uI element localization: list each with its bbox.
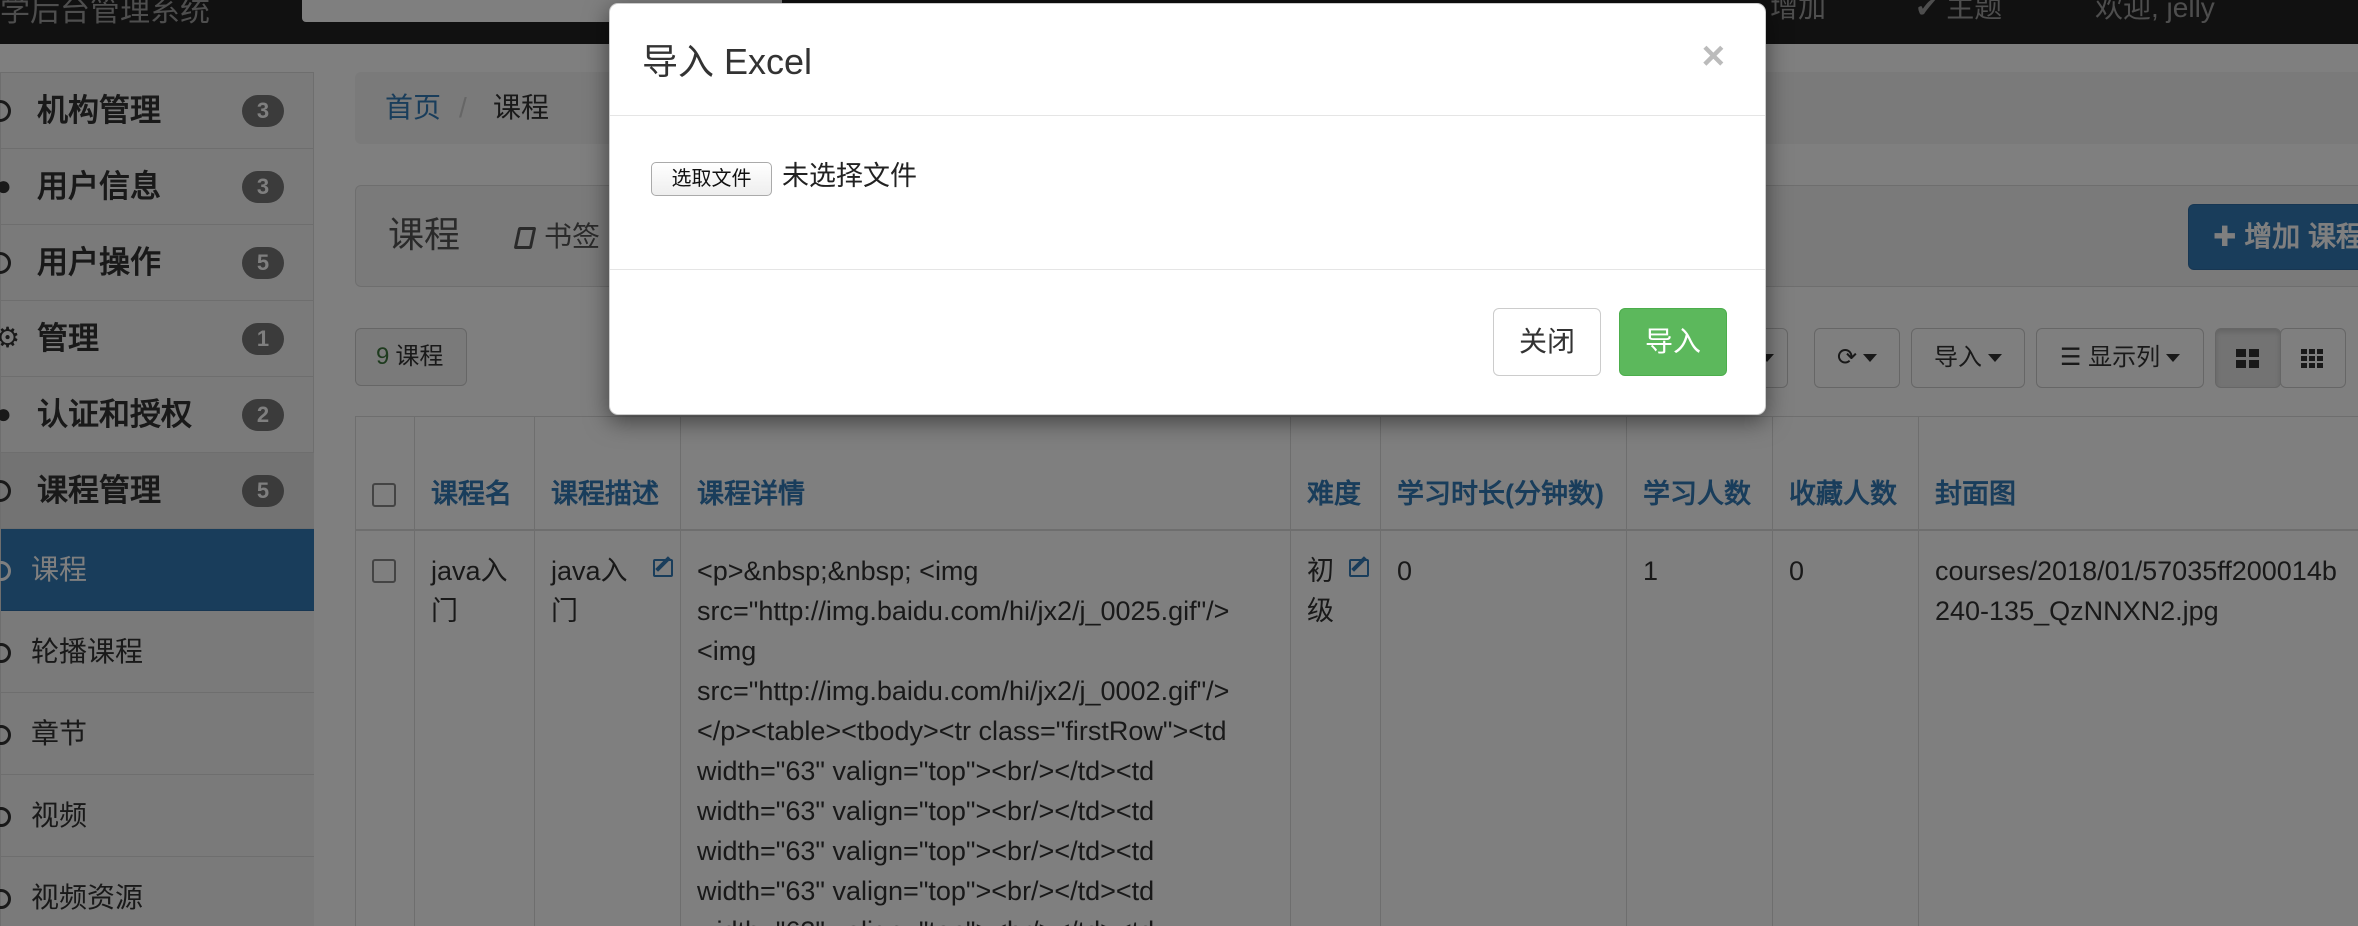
modal-header: 导入 Excel × — [610, 4, 1765, 116]
close-button[interactable]: 关闭 — [1493, 308, 1601, 376]
modal-body: 选取文件 未选择文件 — [610, 116, 1765, 270]
import-excel-dialog: 导入 Excel × 选取文件 未选择文件 关闭 导入 — [609, 3, 1766, 415]
choose-file-button[interactable]: 选取文件 — [651, 162, 772, 196]
modal-footer: 关闭 导入 — [610, 270, 1765, 416]
close-icon[interactable]: × — [1702, 34, 1725, 78]
file-status-text: 未选择文件 — [782, 161, 917, 191]
modal-title: 导入 Excel — [642, 41, 813, 82]
import-button[interactable]: 导入 — [1619, 308, 1727, 376]
